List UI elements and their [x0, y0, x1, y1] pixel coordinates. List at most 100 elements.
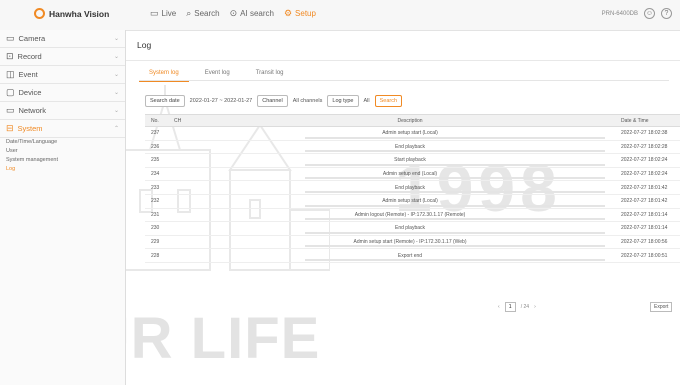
sidebar-item-event[interactable]: ◫ Event ⌄	[0, 66, 125, 84]
table-row[interactable]: 230 End playback 2022-07-27 18:01:14	[145, 222, 680, 236]
row-description: Export end	[397, 252, 423, 259]
sidebar-item-device[interactable]: ▢ Device ⌄	[0, 84, 125, 102]
table-row[interactable]: 231 Admin logout (Remote) - IP:172.30.1.1…	[145, 209, 680, 223]
sidebar-item-record[interactable]: ⊡ Record ⌄	[0, 48, 125, 66]
brand-logo[interactable]: Hanwha Vision	[34, 8, 109, 19]
row-no: 234	[151, 171, 160, 178]
page-total: / 24	[520, 304, 530, 310]
row-description: End playback	[394, 225, 426, 232]
header-no[interactable]: No.	[151, 118, 159, 124]
export-button[interactable]: Export	[650, 302, 673, 312]
search-button[interactable]: Search	[374, 95, 403, 107]
table-row[interactable]: 228 Export end 2022-07-27 18:00:51	[145, 249, 680, 263]
nav-live[interactable]: ▭ Live	[150, 9, 176, 19]
row-date: 2022-07-27 18:02:28	[621, 143, 668, 150]
help-icon[interactable]: ?	[661, 8, 672, 19]
chevron-down-icon: ⌄	[113, 54, 119, 60]
row-no: 229	[151, 239, 160, 246]
table-row[interactable]: 237 Admin setup start (Local) 2022-07-27 1…	[145, 127, 680, 141]
chevron-down-icon: ⌄	[113, 72, 119, 78]
top-bar: Hanwha Vision ▭ Live ⌕ Search ⊙ AI searc…	[0, 0, 680, 31]
search-icon: ⌕	[186, 8, 192, 18]
record-icon: ⊡	[6, 51, 14, 61]
top-nav: ▭ Live ⌕ Search ⊙ AI search ⚙ Setup	[150, 8, 316, 19]
sidebar-sub-system-management[interactable]: System management	[0, 156, 125, 165]
row-date: 2022-07-27 18:02:38	[621, 130, 668, 137]
brand-name: Hanwha Vision	[49, 8, 110, 19]
row-description: Admin setup start (Local)	[382, 198, 438, 205]
table-header: No. CH Description Date & Time	[145, 114, 680, 127]
chevron-down-icon: ⌄	[113, 108, 119, 114]
row-date: 2022-07-27 18:01:42	[621, 198, 668, 205]
row-date: 2022-07-27 18:00:51	[621, 252, 668, 259]
row-no: 237	[151, 130, 160, 137]
row-description: Admin logout (Remote) - IP:172.30.1.17 (…	[354, 211, 466, 218]
sidebar-sub-date-time[interactable]: Date/Time/Language	[0, 138, 125, 147]
nav-search[interactable]: ⌕ Search	[186, 8, 219, 19]
prev-page-icon[interactable]: ‹	[498, 304, 500, 310]
row-separator	[305, 245, 605, 248]
row-description: Admin setup start (Remote) - IP:172.30.1…	[353, 239, 467, 246]
row-date: 2022-07-27 18:02:24	[621, 171, 668, 178]
row-description: Admin setup end (Local)	[382, 171, 438, 178]
row-separator	[305, 177, 605, 180]
next-page-icon[interactable]: ›	[534, 304, 536, 310]
log-table: No. CH Description Date & Time 237 Admin …	[145, 114, 680, 263]
main-content: Log System log Event log Transit log Sea…	[126, 30, 680, 385]
chevron-up-icon: ⌃	[113, 126, 119, 132]
sidebar-item-network[interactable]: ▭ Network ⌄	[0, 102, 125, 120]
header-date[interactable]: Date & Time	[621, 118, 649, 124]
row-date: 2022-07-27 18:01:14	[621, 211, 668, 218]
sidebar-item-system[interactable]: ⊟ System ⌃	[0, 120, 125, 138]
table-row[interactable]: 233 End playback 2022-07-27 18:01:42	[145, 181, 680, 195]
row-no: 232	[151, 198, 160, 205]
row-description: Admin setup start (Local)	[382, 130, 438, 137]
row-no: 235	[151, 157, 160, 164]
tabs-divider	[139, 80, 669, 81]
row-separator	[305, 258, 605, 261]
row-description: End playback	[394, 143, 426, 150]
page-title: Log	[137, 40, 152, 50]
pagination: ‹ 1 / 24 ›	[498, 302, 536, 312]
row-separator	[305, 150, 605, 153]
title-divider	[126, 60, 680, 61]
device-name: PRN-6400DB	[601, 10, 638, 17]
chevron-down-icon: ⌄	[113, 36, 119, 42]
row-no: 228	[151, 252, 160, 259]
log-type-button[interactable]: Log type	[327, 95, 359, 107]
table-row[interactable]: 235 Start playback 2022-07-27 18:02:24	[145, 154, 680, 168]
row-separator	[305, 190, 605, 193]
sidebar: ▭ Camera ⌄ ⊡ Record ⌄ ◫ Event ⌄ ▢ Device…	[0, 30, 126, 385]
user-icon[interactable]: ☺	[644, 8, 655, 19]
row-date: 2022-07-27 18:01:14	[621, 225, 668, 232]
network-icon: ▭	[6, 105, 15, 115]
event-icon: ◫	[6, 69, 15, 79]
nav-ai-search[interactable]: ⊙ AI search	[230, 9, 274, 19]
search-date-button[interactable]: Search date	[145, 95, 185, 107]
row-no: 231	[151, 211, 160, 218]
row-date: 2022-07-27 18:01:42	[621, 184, 668, 191]
sidebar-sub-log[interactable]: Log	[0, 165, 125, 174]
channel-button[interactable]: Channel	[257, 95, 288, 107]
nav-setup[interactable]: ⚙ Setup	[283, 8, 316, 19]
camera-icon: ▭	[6, 33, 15, 43]
row-separator	[305, 231, 605, 234]
table-row[interactable]: 234 Admin setup end (Local) 2022-07-27 18:…	[145, 168, 680, 182]
sidebar-sub-user[interactable]: User	[0, 147, 125, 156]
header-ch[interactable]: CH	[174, 118, 181, 124]
date-range-value[interactable]: 2022-01-27 ~ 2022-01-27	[190, 98, 253, 104]
chevron-down-icon: ⌄	[113, 90, 119, 96]
table-row[interactable]: 236 End playback 2022-07-27 18:02:28	[145, 141, 680, 155]
table-row[interactable]: 232 Admin setup start (Local) 2022-07-27 1…	[145, 195, 680, 209]
sidebar-item-camera[interactable]: ▭ Camera ⌄	[0, 30, 125, 48]
header-description[interactable]: Description	[397, 118, 422, 124]
row-no: 230	[151, 225, 160, 232]
page-number-input[interactable]: 1	[504, 302, 516, 312]
row-no: 236	[151, 143, 160, 150]
table-row[interactable]: 229 Admin setup start (Remote) - IP:172.3…	[145, 236, 680, 250]
row-date: 2022-07-27 18:02:24	[621, 157, 668, 164]
gear-icon: ⚙	[283, 8, 293, 18]
filter-bar: Search date 2022-01-27 ~ 2022-01-27 Chan…	[145, 95, 403, 107]
row-description: Start playback	[394, 157, 426, 164]
row-separator	[305, 136, 605, 139]
